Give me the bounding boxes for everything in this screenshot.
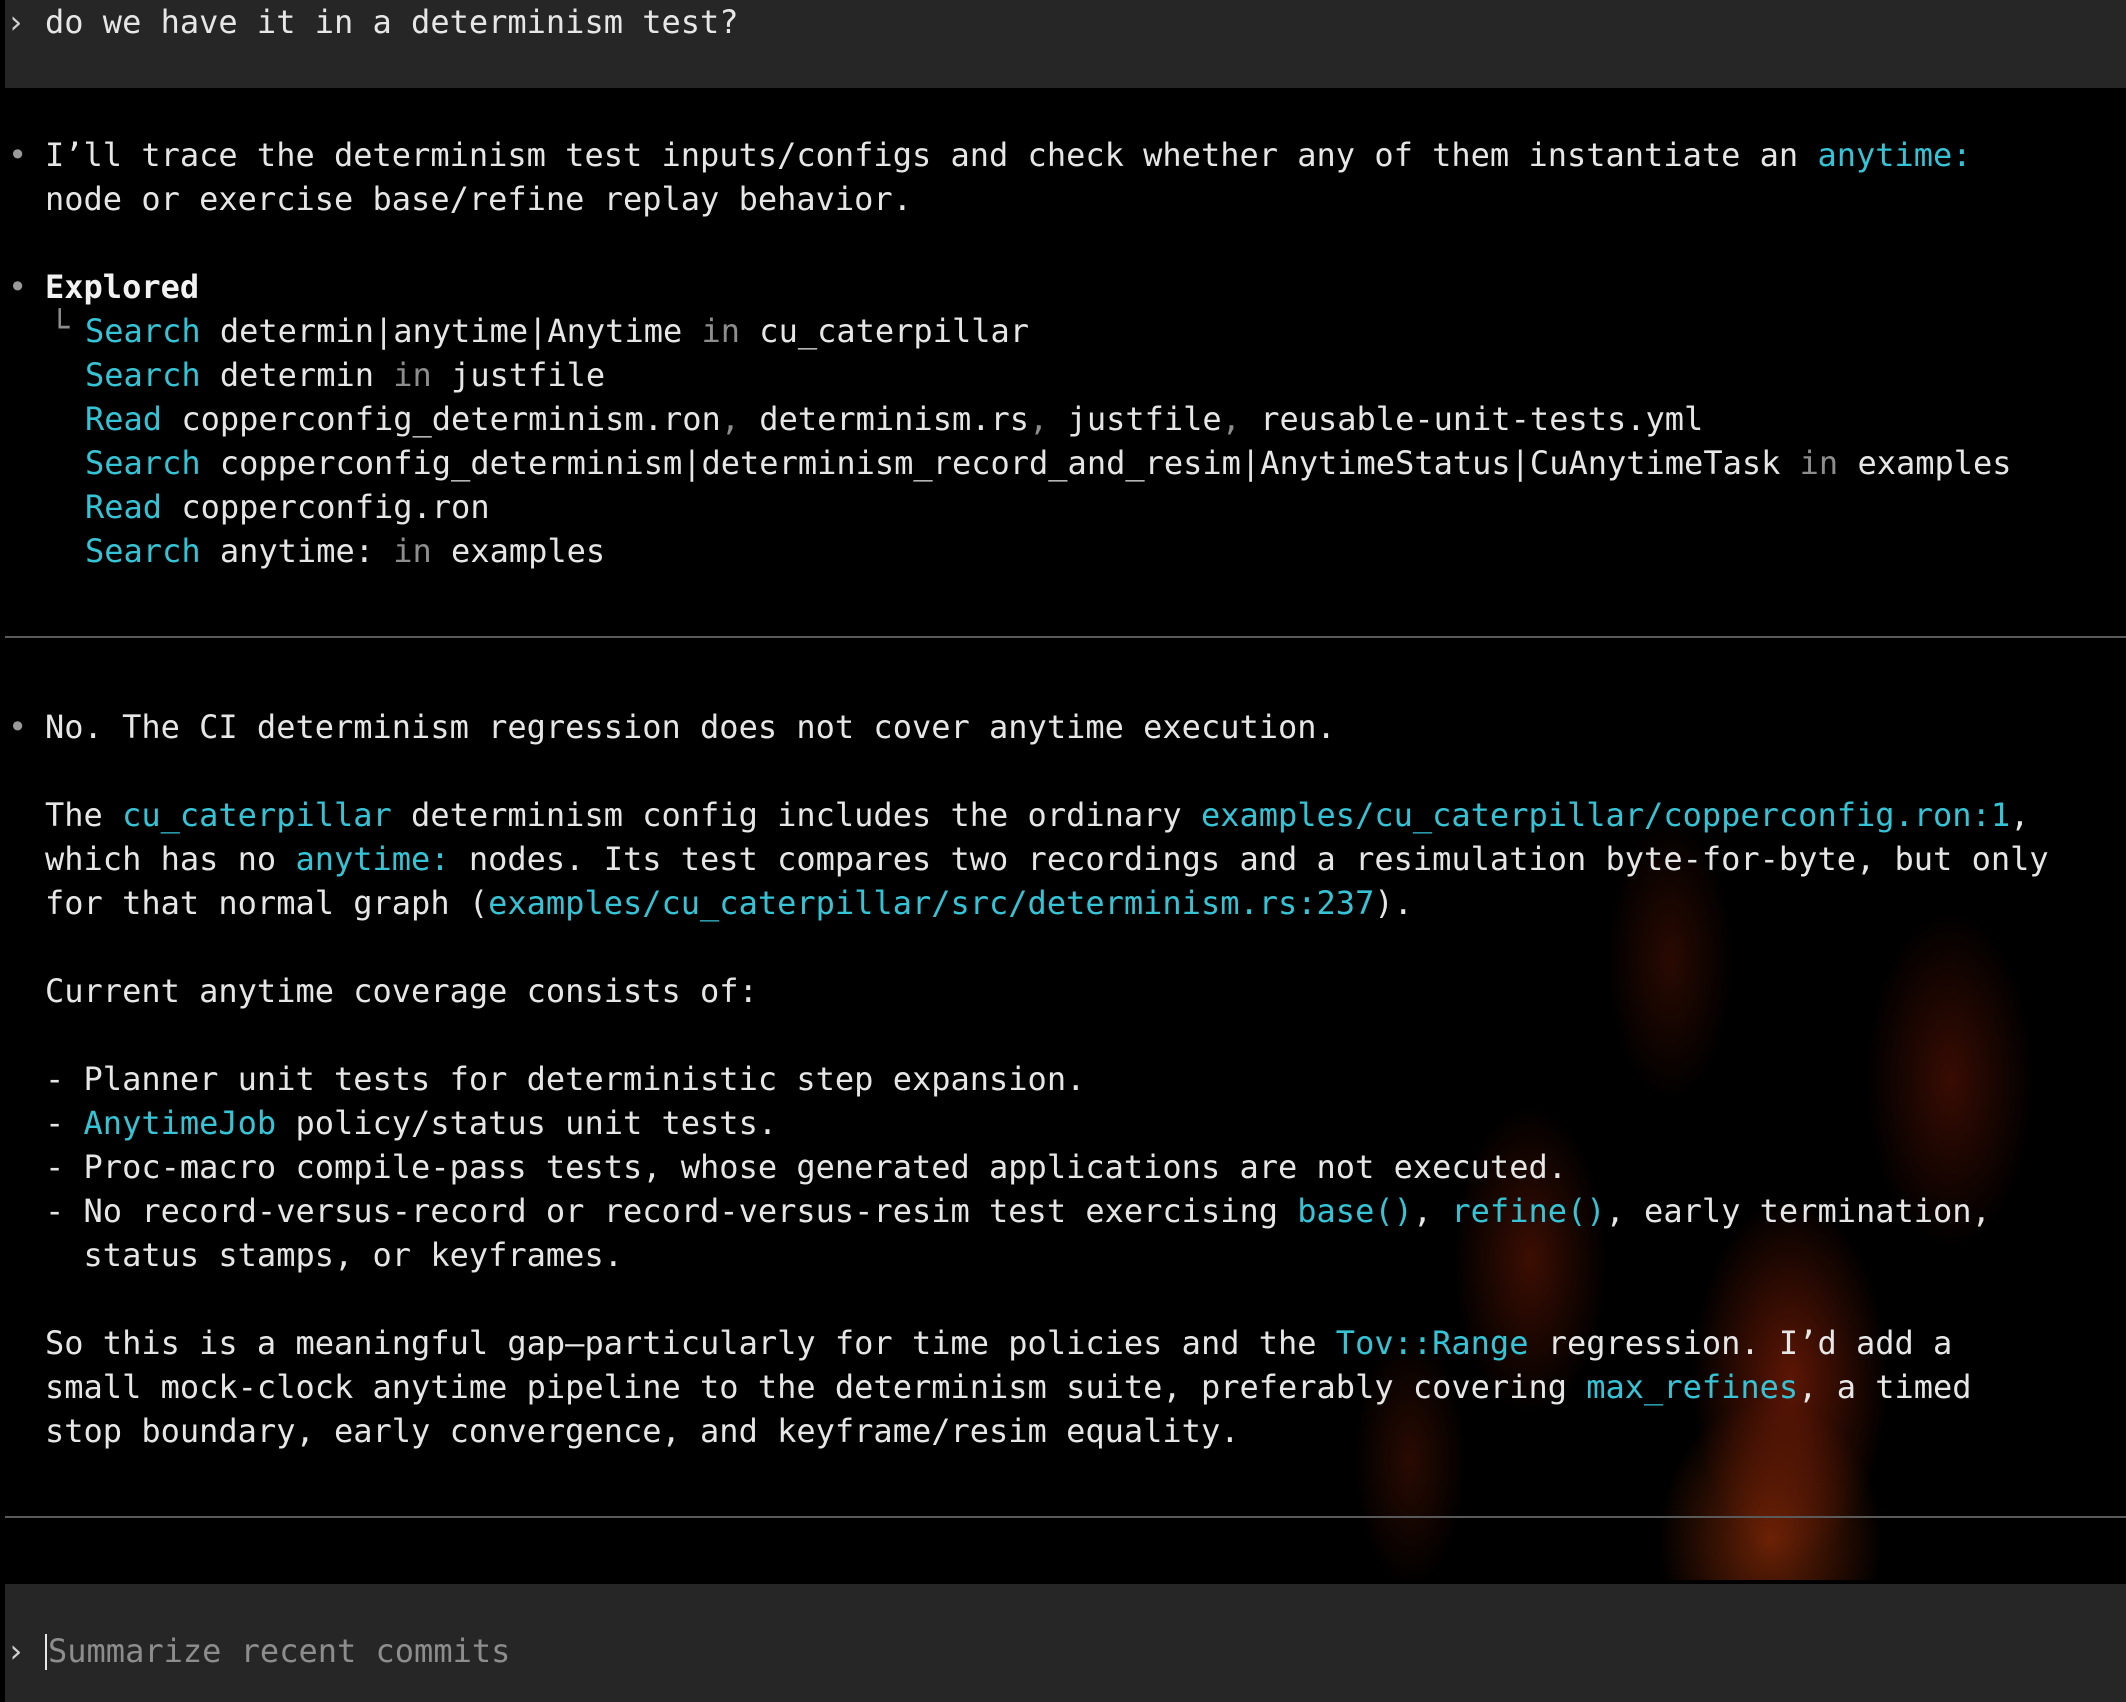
explored-verb: Search	[85, 532, 201, 570]
user-prompt-icon: ›	[6, 3, 26, 41]
trace-line-2: node or exercise base/refine replay beha…	[45, 180, 912, 218]
text-span: determinism config includes the ordinary	[391, 796, 1201, 834]
text-span: small mock-clock anytime pipeline to the…	[45, 1368, 1587, 1406]
explored-verb: Search	[85, 356, 201, 394]
explored-file: copperconfig.ron	[181, 488, 490, 526]
divider	[5, 1516, 2126, 1518]
explored-row: Read copperconfig.ron	[85, 485, 490, 529]
composer-placeholder: Summarize recent commits	[48, 1632, 511, 1670]
code-span: Tov::Range	[1335, 1324, 1529, 1362]
answer-paragraph-line: stop boundary, early convergence, and ke…	[45, 1412, 1240, 1450]
text-span: ,	[1412, 1192, 1452, 1230]
coverage-intro: Current anytime coverage consists of:	[45, 972, 758, 1010]
bullet-icon: •	[8, 136, 28, 174]
text-span: -	[45, 1104, 84, 1142]
text-span: nodes. Its test compares two recordings …	[449, 840, 2049, 878]
explored-query: copperconfig_determinism|determinism_rec…	[219, 444, 1781, 482]
text-span: which has no	[45, 840, 296, 878]
explored-in: in	[1799, 444, 1839, 482]
file-link[interactable]: examples/cu_caterpillar/src/determinism.…	[488, 884, 1374, 922]
text-span: So this is a meaningful gap—particularly…	[45, 1324, 1336, 1362]
trace-code: anytime:	[1817, 136, 1972, 174]
code-span: max_refines	[1586, 1368, 1799, 1406]
explored-query: determin|anytime|Anytime	[219, 312, 683, 350]
text-span: , early termination,	[1605, 1192, 1991, 1230]
text-span: - No record-versus-record or record-vers…	[45, 1192, 1298, 1230]
answer-paragraph-line: for that normal graph (examples/cu_cater…	[45, 881, 1413, 925]
explored-file: copperconfig_determinism.ron	[181, 400, 721, 438]
code-span: anytime:	[295, 840, 450, 878]
answer-paragraph-line: So this is a meaningful gap—particularly…	[45, 1321, 1952, 1365]
branch-icon: └	[50, 308, 70, 346]
text-span: ).	[1374, 884, 1413, 922]
trace-line-1: I’ll trace the determinism test inputs/c…	[45, 133, 1972, 177]
explored-verb: Read	[85, 400, 163, 438]
explored-file: justfile	[1067, 400, 1222, 438]
explored-row: Read copperconfig_determinism.ron, deter…	[85, 400, 1704, 438]
answer-paragraph-line: The cu_caterpillar determinism config in…	[45, 793, 2029, 837]
explored-file: determinism.rs	[759, 400, 1030, 438]
code-span: refine()	[1451, 1192, 1606, 1230]
code-span: base()	[1297, 1192, 1413, 1230]
trace-text: I’ll trace the determinism test inputs/c…	[45, 136, 1818, 174]
list-item: - No record-versus-record or record-vers…	[45, 1189, 1991, 1233]
explored-in: in	[701, 312, 741, 350]
composer-input[interactable]: Summarize recent commits	[45, 1629, 510, 1673]
bullet-icon: •	[8, 708, 28, 746]
explored-file: reusable-unit-tests.yml	[1260, 400, 1704, 438]
code-span: cu_caterpillar	[122, 796, 392, 834]
text-span: , a timed	[1798, 1368, 1972, 1406]
list-item: - AnytimeJob policy/status unit tests.	[45, 1101, 777, 1145]
text-span: The	[45, 796, 123, 834]
divider	[5, 636, 2126, 638]
explored-query: anytime:	[219, 532, 374, 570]
explored-in: in	[393, 356, 432, 394]
user-message-text: do we have it in a determinism test?	[45, 3, 739, 41]
explored-verb: Search	[85, 444, 201, 482]
answer-paragraph-line: small mock-clock anytime pipeline to the…	[45, 1365, 1972, 1409]
text-span: policy/status unit tests.	[276, 1104, 778, 1142]
bullet-icon: •	[8, 268, 28, 306]
explored-in: in	[393, 532, 432, 570]
answer-paragraph-line: which has no anytime: nodes. Its test co…	[45, 837, 2049, 881]
explored-title: Explored	[45, 268, 200, 306]
list-item-continuation: status stamps, or keyframes.	[45, 1236, 623, 1274]
explored-verb: Read	[85, 488, 163, 526]
code-span: AnytimeJob	[83, 1104, 277, 1142]
text-span: regression. I’d add a	[1528, 1324, 1953, 1362]
text-span: for that normal graph (	[45, 884, 489, 922]
list-item: - Proc-macro compile-pass tests, whose g…	[45, 1148, 1567, 1186]
explored-row: Search anytime: in examples	[85, 529, 605, 573]
explored-verb: Search	[85, 312, 201, 350]
explored-target: cu_caterpillar	[759, 312, 1030, 350]
explored-row: Search determin|anytime|Anytime in cu_ca…	[85, 309, 1029, 353]
explored-target: examples	[451, 532, 606, 570]
text-span: ,	[2010, 796, 2030, 834]
answer-headline: No. The CI determinism regression does n…	[45, 708, 1336, 746]
composer-prompt-icon: ›	[6, 1632, 26, 1670]
explored-target: examples	[1857, 444, 2012, 482]
explored-row: Search copperconfig_determinism|determin…	[85, 441, 2012, 485]
explored-query: determin	[219, 356, 374, 394]
text-cursor	[45, 1634, 47, 1670]
explored-target: justfile	[451, 356, 606, 394]
list-item: - Planner unit tests for deterministic s…	[45, 1060, 1086, 1098]
file-link[interactable]: examples/cu_caterpillar/copperconfig.ron…	[1201, 796, 2010, 834]
explored-row: Search determin in justfile	[85, 353, 605, 397]
